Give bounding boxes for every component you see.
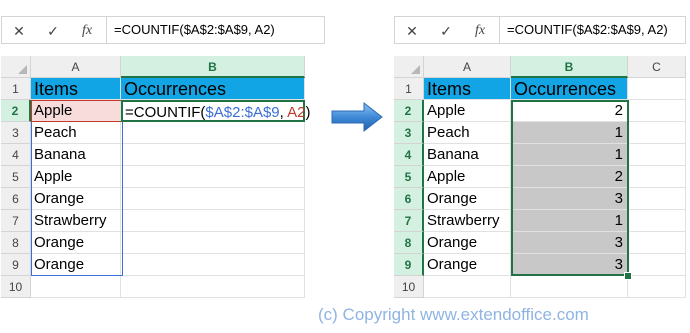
select-all-corner[interactable] <box>1 56 31 78</box>
formula-prefix: =COUNTIF( <box>125 104 206 121</box>
cell-b8[interactable] <box>121 232 305 254</box>
copyright-watermark: (c) Copyright www.extendoffice.com <box>318 305 589 324</box>
row-header[interactable]: 5 <box>394 166 424 188</box>
cell-c10[interactable] <box>628 276 686 298</box>
column-header-b[interactable]: B <box>511 56 628 78</box>
right-worksheet: ✕ ✓ fx =COUNTIF($A$2:$A$9, A2) A B C 1 2… <box>394 16 686 312</box>
cell-b10[interactable] <box>121 276 305 298</box>
cell-c6[interactable] <box>628 188 686 210</box>
cancel-icon[interactable]: ✕ <box>8 21 30 41</box>
cell-b9[interactable] <box>121 254 305 276</box>
cell-c8[interactable] <box>628 232 686 254</box>
cell-b10[interactable] <box>511 276 628 298</box>
reference-highlight <box>31 100 123 122</box>
cell-b7[interactable] <box>121 210 305 232</box>
cell-c5[interactable] <box>628 166 686 188</box>
cancel-icon[interactable]: ✕ <box>401 21 423 41</box>
cell-b1[interactable]: Occurrences <box>121 78 305 100</box>
column-header-c[interactable]: C <box>628 56 686 78</box>
cell-b1[interactable]: Occurrences <box>511 78 628 100</box>
formula-suffix: ) <box>305 104 311 121</box>
row-header[interactable]: 1 <box>1 78 31 100</box>
formula-reference: A2 <box>287 104 306 121</box>
cell-c7[interactable] <box>628 210 686 232</box>
row-header[interactable]: 6 <box>1 188 31 210</box>
cell-a5[interactable]: Apple <box>424 166 511 188</box>
row-header[interactable]: 9 <box>394 254 424 276</box>
insert-function-icon[interactable]: fx <box>76 21 98 41</box>
formula-bar: ✕ ✓ fx =COUNTIF($A$2:$A$9, A2) <box>1 16 325 44</box>
cell-a6[interactable]: Orange <box>424 188 511 210</box>
row-header[interactable]: 8 <box>394 232 424 254</box>
row-header[interactable]: 4 <box>394 144 424 166</box>
row-header[interactable]: 7 <box>394 210 424 232</box>
cell-a1[interactable]: Items <box>424 78 511 100</box>
column-header-b[interactable]: B <box>121 56 305 78</box>
row-header[interactable]: 5 <box>1 166 31 188</box>
insert-function-icon[interactable]: fx <box>469 21 491 41</box>
formula-bar-tools: ✕ ✓ fx <box>2 17 107 43</box>
formula-bar-tools: ✕ ✓ fx <box>395 17 500 43</box>
fill-handle[interactable] <box>624 272 632 280</box>
cell-b6[interactable] <box>121 188 305 210</box>
row-header[interactable]: 4 <box>1 144 31 166</box>
cell-a1[interactable]: Items <box>31 78 121 100</box>
cell-b5[interactable] <box>121 166 305 188</box>
row-header[interactable]: 3 <box>394 122 424 144</box>
cell-c4[interactable] <box>628 144 686 166</box>
cell-a10[interactable] <box>424 276 511 298</box>
cell-a7[interactable]: Strawberry <box>424 210 511 232</box>
cell-c9[interactable] <box>628 254 686 276</box>
cell-a10[interactable] <box>31 276 121 298</box>
column-header-a[interactable]: A <box>424 56 511 78</box>
formula-range: $A$2:$A$9 <box>205 104 280 121</box>
cell-b4[interactable] <box>121 144 305 166</box>
formula-bar: ✕ ✓ fx =COUNTIF($A$2:$A$9, A2) <box>394 16 686 44</box>
cell-c1[interactable] <box>628 78 686 100</box>
selection-border <box>511 100 629 276</box>
cell-a4[interactable]: Banana <box>424 144 511 166</box>
row-header[interactable]: 7 <box>1 210 31 232</box>
cell-b3[interactable] <box>121 122 305 144</box>
enter-icon[interactable]: ✓ <box>42 21 64 41</box>
row-header[interactable]: 10 <box>394 276 424 298</box>
row-header[interactable]: 6 <box>394 188 424 210</box>
enter-icon[interactable]: ✓ <box>435 21 457 41</box>
row-header[interactable]: 9 <box>1 254 31 276</box>
cell-c2[interactable] <box>628 100 686 122</box>
row-header[interactable]: 3 <box>1 122 31 144</box>
formula-input[interactable]: =COUNTIF($A$2:$A$9, A2) <box>507 17 668 43</box>
right-arrow-icon <box>331 101 383 133</box>
cell-a2[interactable]: Apple <box>424 100 511 122</box>
cell-a3[interactable]: Peach <box>424 122 511 144</box>
formula-input[interactable]: =COUNTIF($A$2:$A$9, A2) <box>114 17 275 43</box>
row-header[interactable]: 10 <box>1 276 31 298</box>
select-all-corner[interactable] <box>394 56 424 78</box>
cell-a9[interactable]: Orange <box>424 254 511 276</box>
column-header-a[interactable]: A <box>31 56 121 78</box>
row-header[interactable]: 2 <box>394 100 424 122</box>
row-header[interactable]: 8 <box>1 232 31 254</box>
cell-a8[interactable]: Orange <box>424 232 511 254</box>
range-highlight <box>31 100 123 276</box>
row-header[interactable]: 2 <box>1 100 31 122</box>
left-worksheet: ✕ ✓ fx =COUNTIF($A$2:$A$9, A2) A B 1 2 3… <box>1 16 325 312</box>
row-header[interactable]: 1 <box>394 78 424 100</box>
cell-c3[interactable] <box>628 122 686 144</box>
cell-b2-editing[interactable]: =COUNTIF($A$2:$A$9, A2) <box>121 100 311 122</box>
